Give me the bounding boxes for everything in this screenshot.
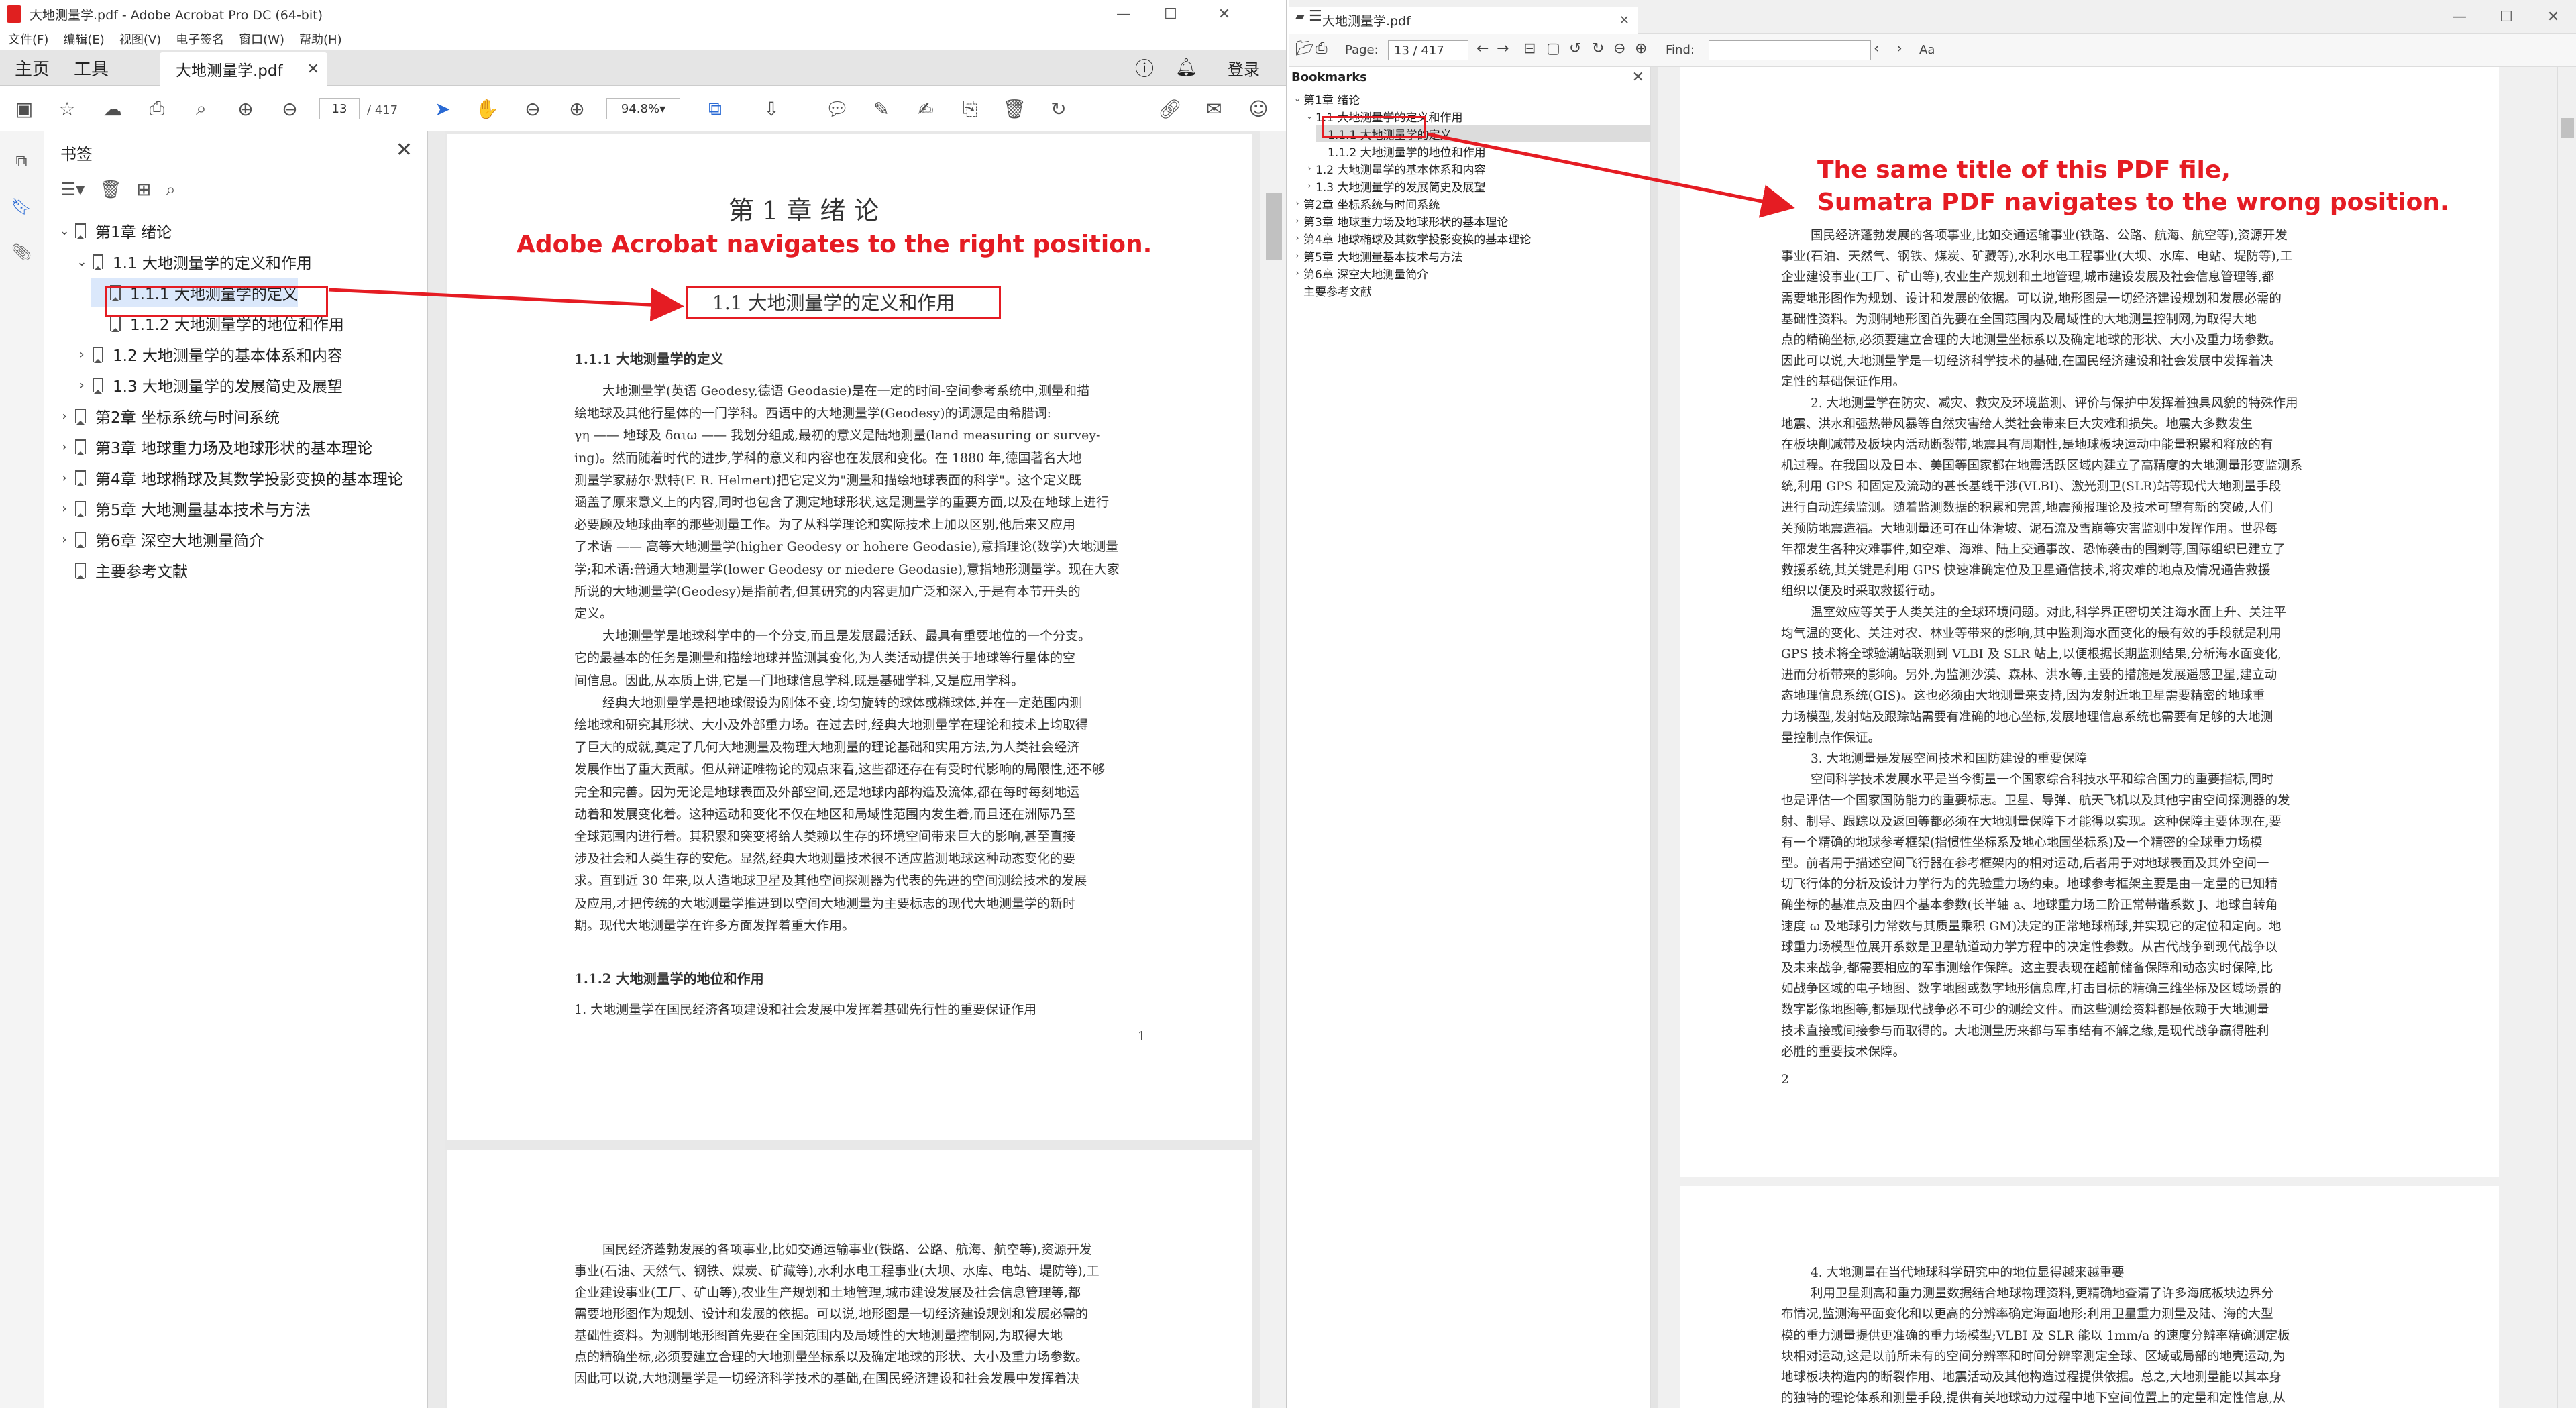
arrow-acrobat	[328, 288, 684, 322]
annotation-arrows	[328, 132, 1795, 322]
arrow-sumatra	[1427, 132, 1795, 218]
